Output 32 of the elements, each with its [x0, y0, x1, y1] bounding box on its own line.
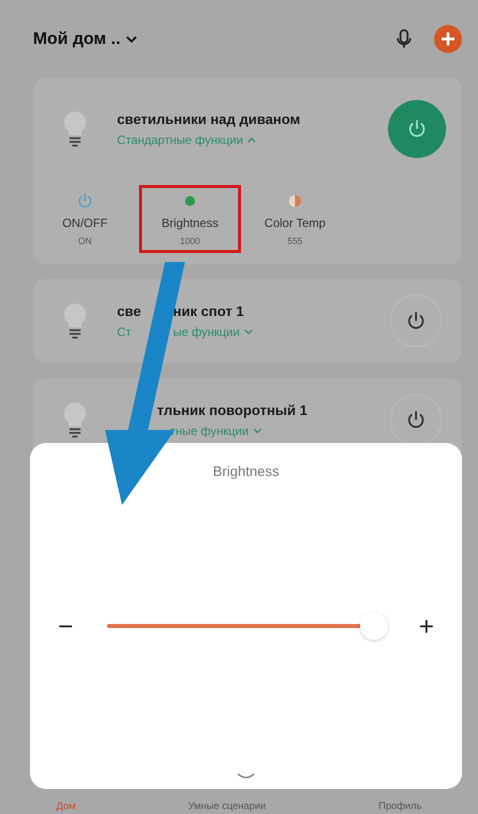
power-icon: [405, 310, 427, 332]
chevron-down-icon[interactable]: [126, 36, 138, 42]
add-icon[interactable]: [434, 25, 462, 53]
function-item[interactable]: Color Temp 555: [247, 188, 343, 250]
nav-tab[interactable]: Профиль: [378, 801, 422, 812]
device-name: ник спот 1: [173, 303, 244, 319]
microphone-icon[interactable]: [396, 28, 412, 50]
device-name: светильники над диваном: [117, 111, 300, 127]
power-icon: [406, 118, 428, 140]
function-item[interactable]: ON/OFF ON: [37, 188, 133, 250]
light-bulb-icon: [63, 110, 87, 148]
light-bulb-icon: [63, 401, 87, 439]
chevron-icon[interactable]: [247, 137, 256, 143]
device-card[interactable]: све ник спот 1 Ст ые функции: [33, 279, 462, 363]
function-item[interactable]: Brightness 1000: [142, 188, 238, 250]
device-name: све: [117, 303, 141, 319]
nav-tab[interactable]: Умные сценарии: [188, 801, 266, 812]
power-button[interactable]: [390, 394, 442, 446]
half-circle-icon: [286, 192, 304, 210]
device-card[interactable]: светильники над диваном Стандартные функции ON/OFF ON Brightness 1000 Color Temp 555: [33, 78, 462, 264]
chevron-down-icon[interactable]: [237, 773, 255, 781]
increase-button[interactable]: +: [418, 613, 434, 639]
power-icon: [405, 409, 427, 431]
sheet-title: Brightness: [212, 463, 280, 479]
home-title[interactable]: Мой дом ..: [33, 29, 120, 49]
power-button[interactable]: [390, 295, 442, 347]
decrease-button[interactable]: −: [58, 613, 74, 639]
power-icon: [76, 192, 94, 210]
chevron-icon[interactable]: [244, 329, 253, 335]
light-bulb-icon: [63, 302, 87, 340]
chevron-icon[interactable]: [252, 428, 262, 434]
device-name: тльник поворотный 1: [157, 402, 308, 418]
